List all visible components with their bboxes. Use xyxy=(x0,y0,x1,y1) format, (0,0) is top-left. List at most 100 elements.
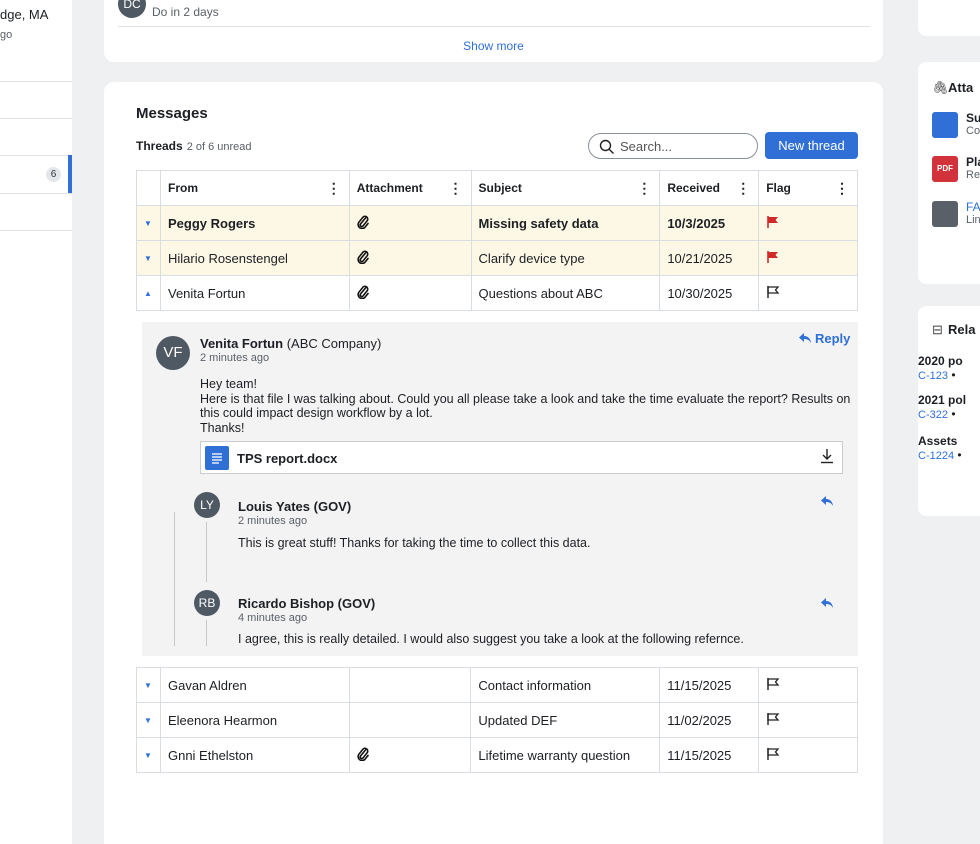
message-body: Hey team! Here is that file I was talkin… xyxy=(200,377,851,435)
column-header-attachment[interactable]: Attachment ⋮ xyxy=(348,170,472,206)
divider xyxy=(118,26,870,27)
attachments-title: 🖇Atta xyxy=(932,80,974,95)
messages-card: Messages Threads 2 of 6 unread Search... … xyxy=(104,82,883,844)
nav-item-messages[interactable] xyxy=(0,155,72,193)
new-thread-button[interactable]: New thread xyxy=(765,132,858,159)
attachment-cell xyxy=(348,702,472,738)
message-body: This is great stuff! Thanks for taking t… xyxy=(238,536,591,550)
flag-icon[interactable] xyxy=(766,215,780,229)
table-row[interactable]: ▼ Gnni Ethelston Lifetime warranty questio… xyxy=(136,737,858,773)
sender-name: Venita Fortun (ABC Company) xyxy=(200,336,382,351)
avatar: VF xyxy=(156,336,190,370)
messages-title: Messages xyxy=(136,105,208,122)
received-cell: 10/21/2025 xyxy=(659,240,760,276)
chevron-down-icon[interactable]: ▼ xyxy=(136,205,161,241)
table-row[interactable]: ▲ Venita Fortun Questions about ABC 10/30/2… xyxy=(136,275,858,311)
received-cell: 11/15/2025 xyxy=(659,737,760,773)
updated-ago-text: go xyxy=(0,29,13,41)
flag-icon[interactable] xyxy=(766,677,780,691)
threads-table: From ⋮ Attachment ⋮ Subject ⋮ Received ⋮ Fla… xyxy=(136,170,858,311)
chevron-up-icon[interactable]: ▲ xyxy=(136,275,161,311)
from-cell: Gavan Aldren xyxy=(159,667,350,703)
flag-cell xyxy=(758,240,858,276)
paperclip-icon xyxy=(357,215,369,229)
related-item[interactable]: Assets C-1224 • xyxy=(918,434,962,462)
subject-cell: Clarify device type xyxy=(470,240,661,276)
related-item[interactable]: 2021 pol C-322 • xyxy=(918,393,966,421)
column-menu-icon[interactable]: ⋮ xyxy=(835,181,849,195)
flag-cell xyxy=(758,737,858,773)
flag-icon[interactable] xyxy=(766,712,780,726)
reply-button[interactable] xyxy=(820,495,834,510)
message-time: 2 minutes ago xyxy=(200,352,270,364)
reply-icon xyxy=(799,333,811,343)
related-item[interactable]: 2020 po C-123 • xyxy=(918,354,963,382)
column-menu-icon[interactable]: ⋮ xyxy=(449,181,463,195)
file-attachment[interactable]: TPS report.docx xyxy=(200,441,843,474)
search-icon xyxy=(599,139,614,154)
column-menu-icon[interactable]: ⋮ xyxy=(736,181,750,195)
from-cell: Eleenora Hearmon xyxy=(159,702,350,738)
location-text: dge, MA xyxy=(0,7,49,22)
from-cell: Hilario Rosenstengel xyxy=(159,240,350,276)
message-time: 4 minutes ago xyxy=(238,612,308,624)
divider xyxy=(0,118,72,119)
right-top-card xyxy=(918,0,980,36)
subject-cell: Missing safety data xyxy=(470,205,661,241)
tasks-card: DC Do in 2 days Show more xyxy=(104,0,883,62)
attachments-card: 🖇Atta SuCo PDF PlaRe FALin xyxy=(918,62,980,284)
attachment-item[interactable]: Su Co xyxy=(966,111,980,137)
pdf-icon: PDF xyxy=(932,156,958,182)
received-cell: 10/30/2025 xyxy=(659,275,760,311)
divider xyxy=(0,193,72,194)
from-cell: Venita Fortun xyxy=(159,275,350,311)
search-placeholder: Search... xyxy=(620,139,673,154)
chevron-down-icon[interactable]: ▼ xyxy=(136,737,161,773)
reply-button[interactable]: Reply xyxy=(798,331,850,346)
reply-button[interactable] xyxy=(820,597,834,612)
active-indicator xyxy=(68,155,72,193)
flag-cell xyxy=(758,667,858,703)
column-menu-icon[interactable]: ⋮ xyxy=(327,181,341,195)
avatar: DC xyxy=(118,0,146,18)
message-time: 2 minutes ago xyxy=(238,515,308,527)
table-row[interactable]: ▼ Hilario Rosenstengel Clarify device type… xyxy=(136,240,858,276)
task-due-text: Do in 2 days xyxy=(152,5,219,19)
link-attachment-icon xyxy=(932,201,958,227)
column-header-flag[interactable]: Flag ⋮ xyxy=(758,170,858,206)
chevron-down-icon[interactable]: ▼ xyxy=(136,240,161,276)
flag-icon[interactable] xyxy=(766,747,780,761)
avatar: RB xyxy=(194,590,220,616)
flag-icon[interactable] xyxy=(766,285,780,299)
attachment-item[interactable]: FA Lin xyxy=(966,200,980,226)
table-header: From ⋮ Attachment ⋮ Subject ⋮ Received ⋮ Fla… xyxy=(136,170,858,206)
document-icon xyxy=(932,112,958,138)
table-row[interactable]: ▼ Peggy Rogers Missing safety data 10/3/202… xyxy=(136,205,858,241)
reply-icon xyxy=(821,598,833,608)
document-icon xyxy=(205,446,229,470)
flag-icon[interactable] xyxy=(766,250,780,264)
table-row[interactable]: ▼ Eleenora Hearmon Updated DEF 11/02/2025 xyxy=(136,702,858,738)
thread-detail: VF Venita Fortun (ABC Company) 2 minutes… xyxy=(142,322,858,656)
unread-count-badge: 6 xyxy=(46,167,61,182)
table-row[interactable]: ▼ Gavan Aldren Contact information 11/15/20… xyxy=(136,667,858,703)
chevron-down-icon[interactable]: ▼ xyxy=(136,702,161,738)
show-more-link[interactable]: Show more xyxy=(104,39,883,53)
from-cell: Peggy Rogers xyxy=(159,205,350,241)
paperclip-icon: 🖇 xyxy=(932,80,949,95)
download-icon[interactable] xyxy=(820,448,834,467)
column-header-from[interactable]: From ⋮ xyxy=(159,170,350,206)
left-sidebar: dge, MA go 6 xyxy=(0,0,72,844)
paperclip-icon xyxy=(357,285,369,299)
column-header-subject[interactable]: Subject ⋮ xyxy=(470,170,661,206)
search-input[interactable]: Search... xyxy=(588,133,758,159)
flag-cell xyxy=(758,205,858,241)
column-header-received[interactable]: Received ⋮ xyxy=(659,170,760,206)
paperclip-icon xyxy=(357,747,369,761)
chevron-down-icon[interactable]: ▼ xyxy=(136,667,161,703)
threads-summary: Threads 2 of 6 unread xyxy=(136,139,252,153)
column-menu-icon[interactable]: ⋮ xyxy=(637,181,651,195)
threads-label: Threads xyxy=(136,139,183,153)
attachment-item[interactable]: PlaRe xyxy=(966,155,980,181)
reply-icon xyxy=(821,496,833,506)
